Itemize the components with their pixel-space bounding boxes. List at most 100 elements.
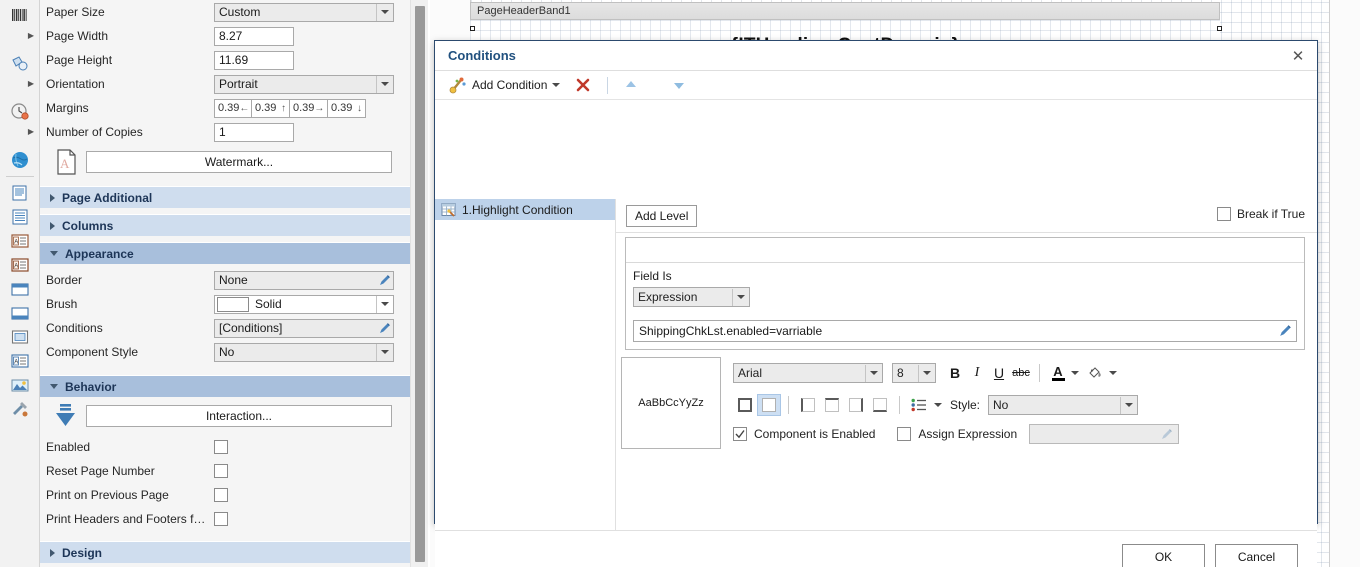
resize-handle-tr[interactable] (1217, 26, 1222, 31)
prop-row-brush[interactable]: Brush Solid (40, 292, 410, 316)
page-width-input[interactable]: 8.27 (214, 26, 294, 46)
prop-row-paper-size[interactable]: Paper Size Custom (40, 0, 410, 24)
italic-button[interactable]: I (966, 363, 988, 383)
conditions-combo[interactable]: [Conditions] (214, 318, 394, 338)
rail-item-header-band-icon[interactable] (0, 277, 40, 301)
chevron-down-icon[interactable] (1071, 371, 1079, 375)
rail-item-shape-icon[interactable] (0, 52, 40, 76)
border-combo[interactable]: None (214, 270, 394, 290)
enabled-checkbox[interactable] (214, 440, 228, 454)
brush-color-swatch[interactable] (217, 296, 249, 312)
print-on-previous-page-checkbox[interactable] (214, 488, 228, 502)
prop-row-copies[interactable]: Number of Copies 1 (40, 120, 410, 144)
rail-item-panel-icon[interactable] (0, 325, 40, 349)
group-behavior[interactable]: Behavior (40, 375, 410, 397)
border-none-button[interactable] (757, 394, 781, 416)
prop-row-watermark[interactable]: A Watermark... (40, 144, 410, 180)
border-bottom-button[interactable] (868, 394, 892, 416)
border-right-button[interactable] (844, 394, 868, 416)
prop-row-print-previous-page[interactable]: Print on Previous Page (40, 483, 410, 507)
print-headers-footers-checkbox[interactable] (214, 512, 228, 526)
prop-row-margins[interactable]: Margins 0.39 ← 0.39 ↑ 0.39 → 0.39 ↓ (40, 96, 410, 120)
bold-button[interactable]: B (944, 363, 966, 383)
rail-item-text-brown-icon[interactable]: A (0, 229, 40, 253)
prop-row-reset-page-number[interactable]: Reset Page Number (40, 459, 410, 483)
border-all-button[interactable] (733, 394, 757, 416)
break-if-true-checkbox[interactable] (1216, 207, 1231, 221)
close-icon[interactable]: ✕ (1285, 44, 1311, 68)
move-down-button[interactable] (667, 74, 691, 97)
highlight-color-button[interactable] (1084, 363, 1106, 383)
border-left-button[interactable] (796, 394, 820, 416)
font-family-combo[interactable]: Arial (733, 363, 883, 383)
margin-bottom-input[interactable]: 0.39 ↓ (328, 98, 366, 118)
rail-arrow-clock[interactable]: ▶ (0, 124, 40, 148)
margin-left-input[interactable]: 0.39 ← (214, 98, 252, 118)
group-columns[interactable]: Columns (40, 214, 410, 236)
page-height-input[interactable]: 11.69 (214, 50, 294, 70)
expression-input[interactable]: ShippingChkLst.enabled=varriable (634, 324, 1276, 338)
chevron-down-icon[interactable] (1109, 371, 1117, 375)
condition-list-item[interactable]: 1.Highlight Condition (435, 199, 615, 220)
edit-pencil-icon[interactable] (376, 272, 393, 289)
rail-item-footer-band-icon[interactable] (0, 301, 40, 325)
edit-pencil-icon[interactable] (376, 320, 393, 337)
prop-row-component-style[interactable]: Component Style No (40, 340, 410, 364)
rail-item-globe-icon[interactable] (0, 148, 40, 172)
expression-panel[interactable]: Field Is Expression ShippingChkLst.enabl… (625, 237, 1305, 350)
properties-scrollbar[interactable] (410, 0, 428, 567)
add-condition-button[interactable]: Add Condition (445, 74, 564, 97)
rail-item-text-brown2-icon[interactable]: A (0, 253, 40, 277)
orientation-combo[interactable]: Portrait (214, 74, 394, 94)
prop-row-interaction[interactable]: Interaction... (40, 397, 410, 435)
edit-pencil-icon[interactable] (1276, 323, 1293, 340)
ok-button[interactable]: OK (1122, 544, 1205, 567)
conditions-dialog[interactable]: Conditions ✕ Add Condition 1.Highlight C… (434, 40, 1318, 567)
margins-spinners[interactable]: 0.39 ← 0.39 ↑ 0.39 → 0.39 ↓ (214, 98, 366, 118)
conditions-list[interactable]: 1.Highlight Condition (435, 199, 616, 567)
prop-row-border[interactable]: Border None (40, 268, 410, 292)
edit-pencil-icon[interactable] (1158, 426, 1175, 443)
prop-row-conditions[interactable]: Conditions [Conditions] (40, 316, 410, 340)
margin-right-input[interactable]: 0.39 → (290, 98, 328, 118)
prop-row-page-height[interactable]: Page Height 11.69 (40, 48, 410, 72)
reset-page-number-checkbox[interactable] (214, 464, 228, 478)
paper-size-combo[interactable]: Custom (214, 2, 394, 22)
rail-item-textbox-icon[interactable]: A (0, 349, 40, 373)
underline-button[interactable]: U (988, 363, 1010, 383)
chevron-down-icon[interactable] (934, 403, 942, 407)
group-page-additional[interactable]: Page Additional (40, 186, 410, 208)
margin-top-input[interactable]: 0.39 ↑ (252, 98, 290, 118)
dialog-toolbar[interactable]: Add Condition (435, 71, 1317, 100)
prop-row-page-width[interactable]: Page Width 8.27 (40, 24, 410, 48)
rail-arrow-barcode[interactable]: ▶ (0, 28, 40, 52)
component-style-combo[interactable]: No (214, 342, 394, 362)
rail-item-clock-icon[interactable] (0, 100, 40, 124)
toolbox-rail[interactable]: ▶ ▶ ▶ A A A (0, 0, 40, 567)
border-top-button[interactable] (820, 394, 844, 416)
prop-row-orientation[interactable]: Orientation Portrait (40, 72, 410, 96)
delete-condition-button[interactable] (570, 74, 596, 97)
prop-row-enabled[interactable]: Enabled (40, 435, 410, 459)
rail-item-tools-icon[interactable] (0, 397, 40, 421)
watermark-button[interactable]: Watermark... (86, 151, 392, 173)
font-color-button[interactable]: A (1047, 363, 1069, 383)
cancel-button[interactable]: Cancel (1215, 544, 1298, 567)
condition-editor-pane[interactable]: Add Level Break if True Field Is Express… (616, 199, 1317, 567)
rail-item-image-icon[interactable] (0, 373, 40, 397)
resize-handle-tl[interactable] (470, 26, 475, 31)
properties-panel[interactable]: Paper Size Custom Page Width 8.27 Page H… (40, 0, 410, 567)
strikethrough-button[interactable]: abc (1010, 363, 1032, 383)
prop-row-print-headers-footers[interactable]: Print Headers and Footers f… (40, 507, 410, 531)
break-if-true-wrap[interactable]: Break if True (1216, 207, 1305, 221)
group-design[interactable]: Design (40, 541, 410, 563)
rail-item-page-icon[interactable] (0, 181, 40, 205)
page-header-band[interactable]: PageHeaderBand1 (470, 2, 1220, 20)
field-is-combo[interactable]: Expression (633, 287, 750, 307)
style-combo[interactable]: No (988, 395, 1139, 415)
move-up-button[interactable] (619, 74, 643, 97)
expression-input-wrap[interactable]: ShippingChkLst.enabled=varriable (633, 320, 1297, 342)
component-enabled-checkbox[interactable] (733, 427, 747, 441)
group-appearance[interactable]: Appearance (40, 242, 410, 264)
rail-item-lines-icon[interactable] (0, 205, 40, 229)
